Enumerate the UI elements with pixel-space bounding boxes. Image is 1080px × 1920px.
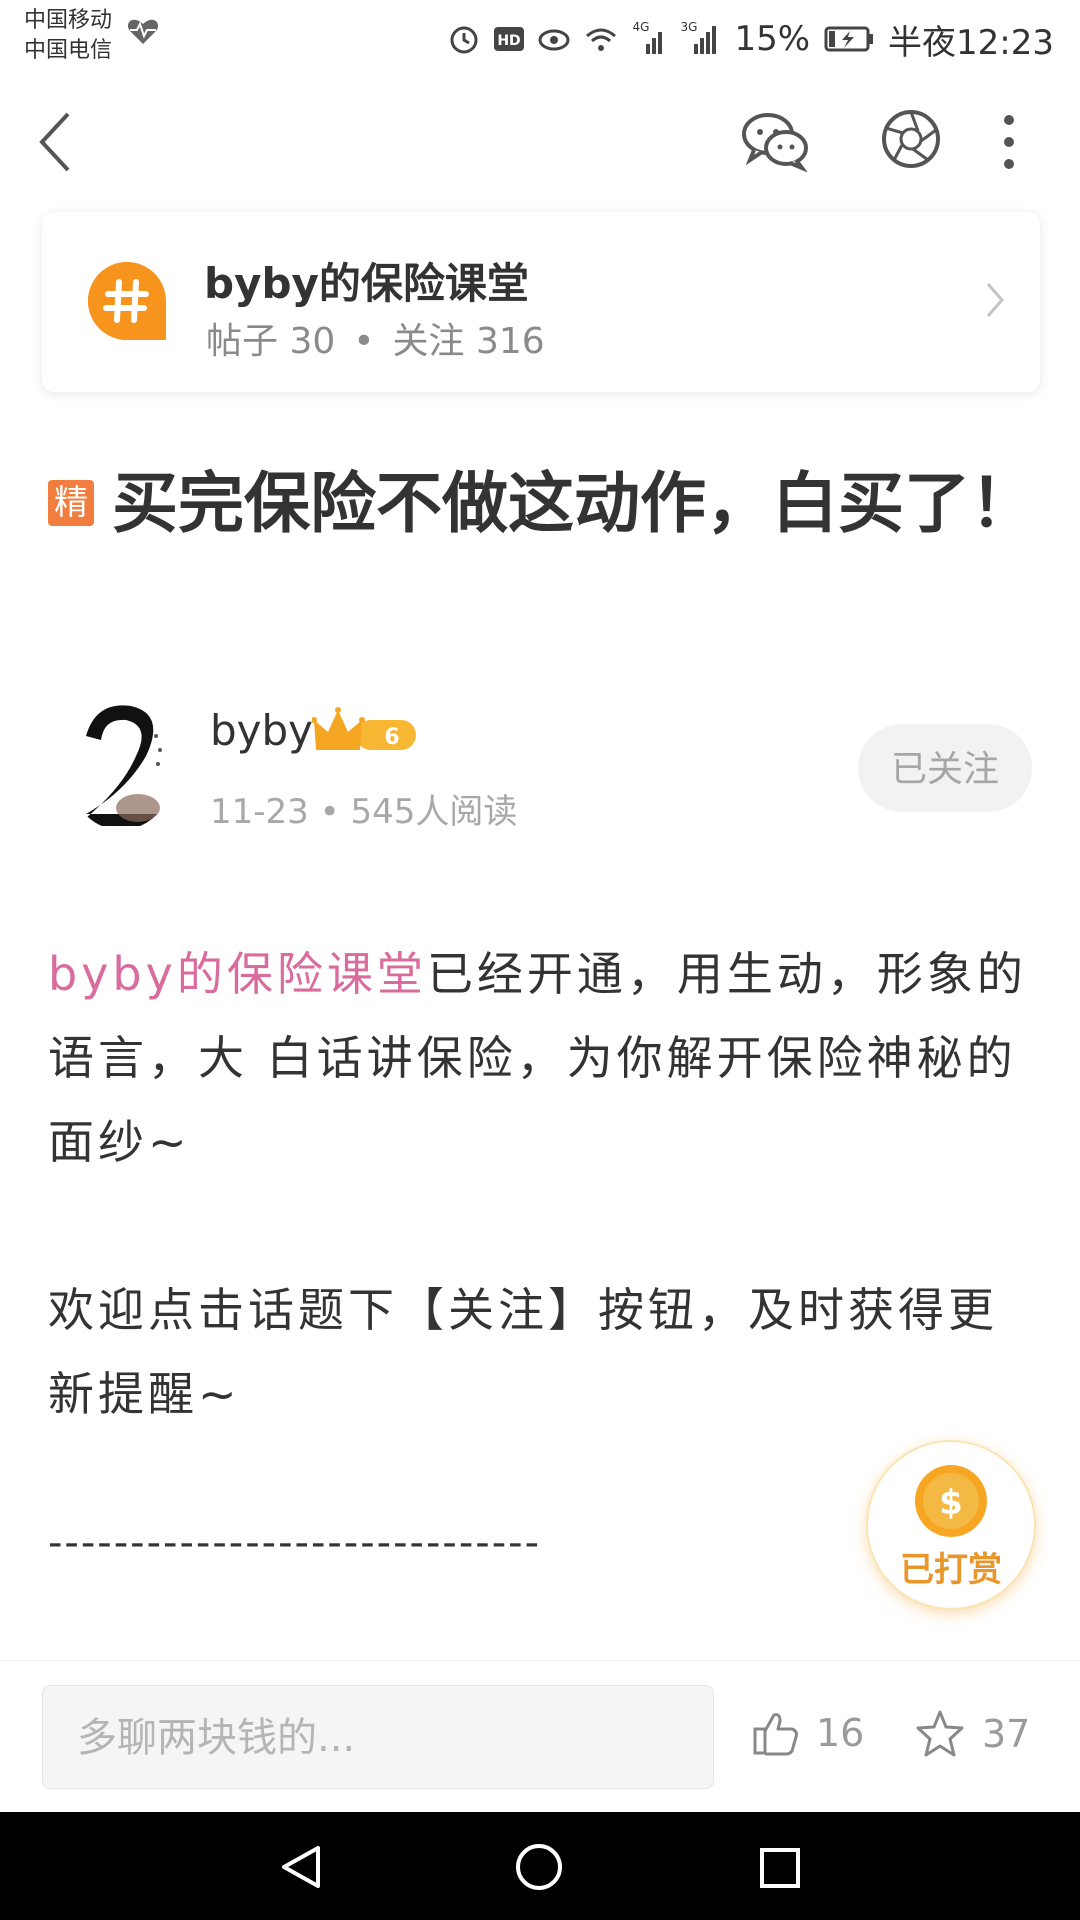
chevron-right-icon [986,283,1004,317]
post-meta: 11-23 • 545人阅读 [210,792,518,832]
carrier-2: 中国电信 [24,38,113,63]
featured-badge: 精 [48,480,94,526]
topic-meta: 帖子 30 • 关注 316 [206,312,545,364]
topic-followers-count: 关注 316 [392,321,545,362]
system-recent-apps-icon[interactable] [758,1846,802,1890]
topic-posts-count: 帖子 30 [206,321,336,362]
thumbs-up-icon [753,1713,798,1756]
topic-card[interactable]: byby的保险课堂 帖子 30 • 关注 316 [42,212,1040,392]
network-2-label: 3G [680,20,698,34]
favorite-count: 37 [982,1712,1031,1756]
coin-icon: $ [915,1465,987,1537]
hashtag-icon [88,262,166,340]
clock: 半夜12:23 [888,22,1054,63]
post-title-text: 买完保险不做这动作，白买了！ [112,465,1036,542]
carrier-labels: 中国移动 中国电信 [24,6,112,66]
carrier-1: 中国移动 [24,8,113,33]
more-icon[interactable] [994,112,1024,172]
back-icon[interactable] [36,110,76,174]
topic-link[interactable]: byby的保险课堂 [48,947,427,1001]
eye-icon [538,29,570,51]
like-count: 16 [816,1711,865,1755]
wechat-icon[interactable] [740,110,810,172]
post-body: byby的保险课堂已经开通，用生动，形象的语言，大 白话讲保险，为你解开保险神秘… [48,932,1038,1436]
system-back-icon[interactable] [278,1844,324,1890]
avatar[interactable] [66,696,176,832]
meta-separator: • [353,321,375,362]
follow-button[interactable]: 已关注 [858,724,1032,812]
comment-input[interactable]: 多聊两块钱的... [42,1685,714,1789]
body-paragraph-1: byby的保险课堂已经开通，用生动，形象的语言，大 白话讲保险，为你解开保险神秘… [48,932,1038,1184]
coin-symbol: $ [939,1483,963,1523]
moments-icon[interactable] [880,108,942,170]
vip-crown-badge-icon: 6 [312,707,416,750]
health-heart-icon [127,19,159,44]
svg-text:HD: HD [498,33,521,49]
network-1-label: 4G [632,20,650,34]
system-nav-bar [0,1812,1080,1920]
body-paragraph-2: 欢迎点击话题下【关注】按钮，及时获得更新提醒~ [48,1283,998,1421]
battery-percent: 15% [734,19,811,59]
topic-title: byby的保险课堂 [204,259,529,308]
like-button[interactable]: 16 [752,1709,864,1757]
reward-label: 已打赏 [900,1550,1002,1590]
status-bar: 中国移动 中国电信 HD 4G 3G 15% 半夜12:23 [0,0,1080,80]
battery-charging-icon [824,26,874,52]
system-home-icon[interactable] [514,1842,564,1892]
author-name[interactable]: byby [210,706,313,755]
alarm-icon [450,26,478,54]
post-title: 精买完保险不做这动作，白买了！ [48,456,1048,552]
favorite-button[interactable]: 37 [914,1709,1030,1759]
bottom-action-bar: 多聊两块钱的... 16 37 [0,1660,1080,1813]
level-number: 6 [384,725,399,750]
status-icons: HD 4G 3G 15% 半夜12:23 [448,14,1054,64]
star-icon [916,1710,964,1757]
wifi-icon [586,28,617,51]
divider-text: ------------------------------ [48,1520,542,1566]
top-nav [0,90,1080,190]
reward-button[interactable]: $ 已打赏 [866,1440,1036,1610]
hd-icon: HD [494,27,525,51]
